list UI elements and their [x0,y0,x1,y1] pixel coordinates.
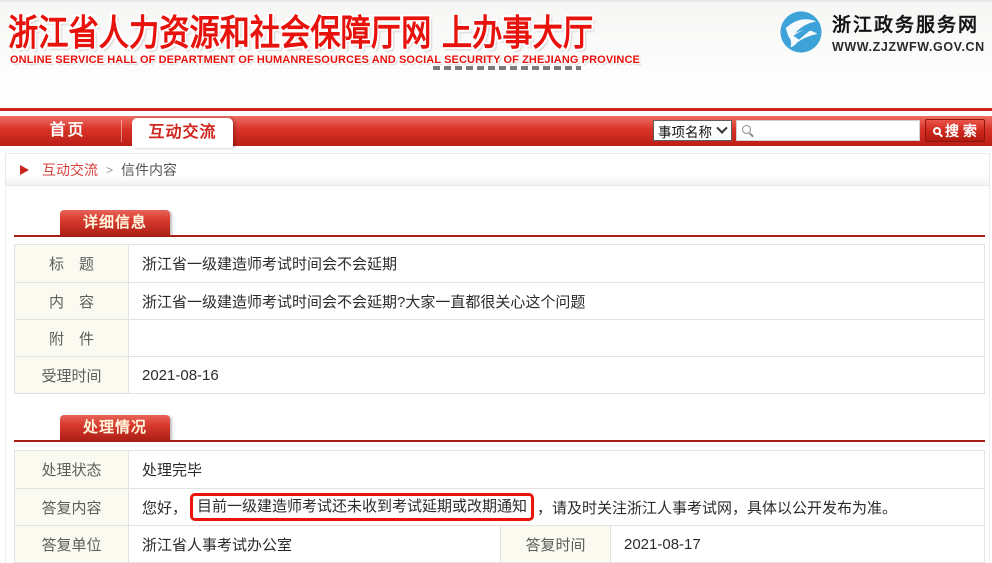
obscured-text-artifact [433,66,581,70]
row-label: 标 题 [15,245,129,282]
table-row-reply-content: 答复内容 您好， 目前一级建造师考试还未收到考试延期或改期通知 ，请及时关注浙江… [15,488,984,525]
breadcrumb-link-interaction[interactable]: 互动交流 [42,160,98,180]
row-label: 内 容 [15,283,129,319]
page-right-border [989,186,990,563]
section-underline-detail [14,235,985,237]
breadcrumb-current: 信件内容 [121,160,177,180]
row-value [129,320,984,356]
search-button-label: 搜 索 [945,121,977,141]
process-table: 处理状态 处理完毕 答复内容 您好， 目前一级建造师考试还未收到考试延期或改期通… [14,450,985,563]
search-category-select[interactable]: 事项名称 [653,120,732,141]
row-label-time: 答复时间 [501,526,611,562]
breadcrumb: 互动交流 > 信件内容 [5,153,990,186]
zhejiang-gov-logo-icon [779,10,823,54]
nav-tab-home[interactable]: 首页 [15,116,120,146]
row-value-unit: 浙江省人事考试办公室 [129,526,501,562]
site-header: 浙江省人力资源和社会保障厅网 上办事大厅 ONLINE SERVICE HALL… [0,2,992,106]
search-button[interactable]: 搜 索 [925,119,985,142]
table-row-title: 标 题 浙江省一级建造师考试时间会不会延期 [15,245,984,282]
logo-text-block: 浙江政务服务网 WWW.ZJZWFW.GOV.CN [832,10,985,54]
table-row-accept-time: 受理时间 2021-08-16 [15,356,984,393]
row-value: 您好， 目前一级建造师考试还未收到考试延期或改期通知 ，请及时关注浙江人事考试网… [129,489,984,525]
table-row-reply-unit-time: 答复单位 浙江省人事考试办公室 答复时间 2021-08-17 [15,525,984,562]
row-label: 答复单位 [15,526,129,562]
row-value: 浙江省一级建造师考试时间会不会延期?大家一直都很关心这个问题 [129,283,984,319]
section-title-process: 处理情况 [60,415,170,440]
row-value-time: 2021-08-17 [611,526,984,562]
row-value: 处理完毕 [129,451,984,488]
logo-site-url: WWW.ZJZWFW.GOV.CN [832,40,985,54]
breadcrumb-separator: > [106,163,113,177]
logo-site-name: 浙江政务服务网 [832,10,985,37]
top-red-line [0,108,992,111]
reply-suffix: ，请及时关注浙江人事考试网，具体以公开发布为准。 [537,497,897,518]
row-label: 受理时间 [15,357,129,393]
section-title-detail: 详细信息 [60,210,170,235]
row-label: 答复内容 [15,489,129,525]
page: 浙江省人力资源和社会保障厅网 上办事大厅 ONLINE SERVICE HALL… [0,0,992,563]
row-value: 2021-08-16 [129,357,984,393]
search-field-magnifier-icon [742,125,751,134]
nav-divider [121,120,122,142]
row-label: 附 件 [15,320,129,356]
page-left-border [5,186,6,563]
search-input[interactable] [736,120,920,141]
gov-portal-logo[interactable]: 浙江政务服务网 WWW.ZJZWFW.GOV.CN [779,7,984,57]
reply-highlight-annotation: 目前一级建造师考试还未收到考试延期或改期通知 [190,493,534,521]
table-row-attachment: 附 件 [15,319,984,356]
table-row-content: 内 容 浙江省一级建造师考试时间会不会延期?大家一直都很关心这个问题 [15,282,984,319]
section-underline-process [14,440,985,442]
chevron-down-icon [716,122,727,133]
row-value: 浙江省一级建造师考试时间会不会延期 [129,245,984,282]
breadcrumb-arrow-icon [20,165,29,175]
search-category-label: 事项名称 [658,121,712,141]
site-subtitle: ONLINE SERVICE HALL OF DEPARTMENT OF HUM… [10,54,640,66]
table-row-status: 处理状态 处理完毕 [15,451,984,488]
search-button-magnifier-icon [933,127,941,135]
row-label: 处理状态 [15,451,129,488]
nav-tab-interaction[interactable]: 互动交流 [132,118,233,148]
detail-table: 标 题 浙江省一级建造师考试时间会不会延期 内 容 浙江省一级建造师考试时间会不… [14,244,985,394]
reply-prefix: 您好， [142,497,187,518]
site-title: 浙江省人力资源和社会保障厅网 上办事大厅 [8,4,593,56]
